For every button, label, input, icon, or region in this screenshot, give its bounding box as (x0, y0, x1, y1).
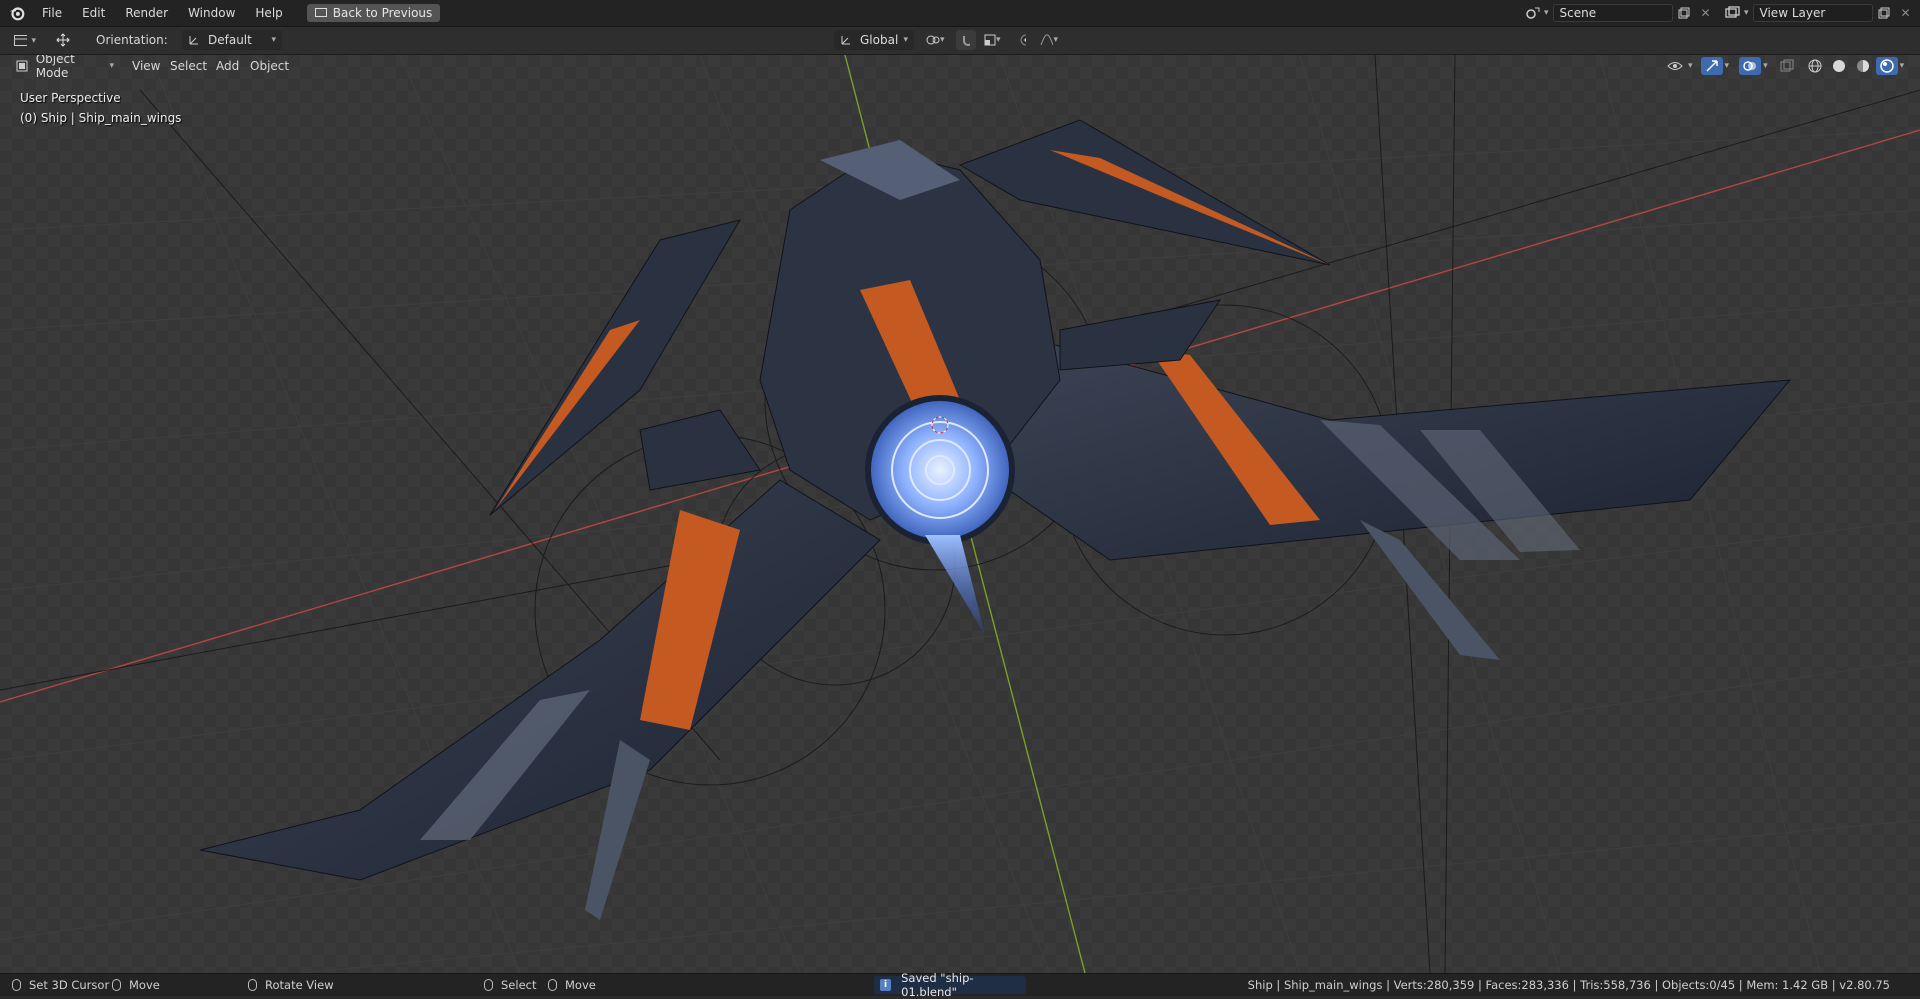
proportional-falloff-dropdown[interactable]: ▾ (1034, 30, 1064, 50)
wireframe-shading-icon[interactable] (1804, 57, 1826, 75)
info-icon: i (880, 979, 892, 991)
pivot-point-icon (926, 35, 940, 45)
chevron-down-icon: ▾ (1688, 61, 1693, 71)
menu-view[interactable]: View (132, 55, 160, 77)
object-mode-icon (16, 60, 28, 72)
chevron-down-icon: ▾ (1724, 61, 1730, 71)
editor-type-icon (14, 35, 28, 46)
chevron-down-icon: ▾ (1544, 8, 1549, 18)
pivot-point-dropdown[interactable]: ▾ (920, 30, 952, 50)
chevron-down-icon: ▾ (1744, 8, 1749, 18)
hint-set-3d-cursor: Set 3D Cursor (12, 974, 109, 996)
mouse-middle-icon (112, 979, 121, 991)
view-layer-browse-icon[interactable] (1722, 4, 1744, 22)
scene-browse-icon[interactable] (1522, 4, 1544, 22)
visibility-eye-icon[interactable] (1664, 57, 1686, 75)
chevron-down-icon: ▾ (903, 35, 908, 45)
mouse-right-icon (484, 979, 493, 991)
back-to-previous-button[interactable]: Back to Previous (306, 4, 441, 22)
snap-target-dropdown[interactable]: ▾ (978, 30, 1008, 50)
proportional-editing-toggle[interactable] (1014, 30, 1032, 50)
viewport-info: User Perspective (0) Ship | Ship_main_wi… (20, 88, 181, 128)
scene-name-field[interactable]: Scene (1552, 4, 1673, 22)
transform-orientation-icon (841, 36, 850, 45)
chevron-down-icon: ▾ (940, 35, 945, 45)
snap-increment-icon (984, 34, 996, 46)
back-to-previous-label: Back to Previous (332, 6, 433, 20)
saved-report[interactable]: i Saved "ship-01.blend" (874, 971, 1026, 999)
snap-toggle[interactable] (956, 30, 976, 50)
mouse-middle-icon (248, 979, 257, 991)
hint-move-2: Move (548, 974, 596, 996)
top-bar: File Edit Render Window Help Back to Pre… (0, 0, 1920, 27)
menu-help[interactable]: Help (245, 0, 292, 26)
chevron-down-icon: ▾ (109, 61, 114, 71)
overlays-toggle-icon[interactable] (1739, 57, 1762, 75)
blender-logo-icon[interactable] (8, 4, 26, 22)
proportional-editing-icon (1020, 34, 1026, 46)
falloff-curve-icon (1040, 34, 1054, 46)
tool-settings-header: ▾ Orientation: Default ▾ Global ▾ ▾ ▾ ▾ (0, 27, 1920, 55)
menu-object[interactable]: Object (250, 55, 289, 77)
solid-shading-icon[interactable] (1828, 57, 1850, 75)
gizmo-toggle-icon[interactable] (1700, 57, 1723, 75)
viewport-scene (0, 55, 1920, 973)
hint-label: Set 3D Cursor (29, 978, 110, 992)
view-layer-name-value: View Layer (1759, 6, 1826, 20)
chevron-down-icon: ▾ (1899, 61, 1905, 71)
chevron-down-icon: ▾ (31, 36, 36, 46)
hint-move: Move (112, 974, 160, 996)
material-preview-icon[interactable] (1852, 57, 1874, 75)
engine-thrust (925, 535, 985, 635)
hint-label: Move (565, 978, 596, 992)
scene-statistics: Ship | Ship_main_wings | Verts:280,359 |… (1247, 978, 1890, 992)
orientation-icon (189, 36, 198, 45)
transform-orientation-dropdown[interactable]: Global ▾ (834, 30, 914, 50)
menu-select[interactable]: Select (170, 55, 207, 77)
new-view-layer-icon[interactable] (1873, 4, 1895, 22)
engine-nozzle (865, 395, 1015, 545)
hint-select: Select (484, 974, 536, 996)
menu-window[interactable]: Window (178, 0, 245, 26)
hint-label: Move (129, 978, 160, 992)
status-bar: Set 3D Cursor Move Rotate View Select Mo… (0, 971, 1920, 999)
magnet-icon (963, 36, 970, 46)
3d-viewport[interactable]: User Perspective (0) Ship | Ship_main_wi… (0, 55, 1920, 973)
menu-file[interactable]: File (32, 0, 72, 26)
perspective-label: User Perspective (20, 91, 121, 105)
chevron-down-icon: ▾ (1053, 35, 1058, 45)
menu-add[interactable]: Add (216, 55, 239, 77)
mouse-drag-icon (548, 979, 557, 991)
menu-render[interactable]: Render (115, 0, 178, 26)
new-scene-icon[interactable] (1673, 4, 1695, 22)
active-object-label: (0) Ship | Ship_main_wings (20, 111, 182, 125)
scene-name-value: Scene (1559, 6, 1597, 20)
object-mode-value: Object Mode (35, 55, 75, 80)
hint-label: Select (501, 978, 537, 992)
object-mode-dropdown[interactable]: Object Mode ▾ (10, 55, 120, 80)
orientation-label: Orientation: (96, 33, 168, 47)
rendered-shading-icon[interactable] (1875, 57, 1898, 75)
orientation-value: Default (208, 33, 252, 47)
close-view-layer-icon[interactable]: ✕ (1895, 4, 1917, 22)
move-tool-button[interactable] (50, 30, 76, 50)
hint-label: Rotate View (265, 978, 334, 992)
menu-edit[interactable]: Edit (72, 0, 115, 26)
hint-rotate-view: Rotate View (248, 974, 334, 996)
viewport-header: Object Mode ▾ View Select Add Object ▾ ▾… (0, 55, 1920, 80)
transform-orientation-value: Global (860, 33, 899, 47)
screen-icon (314, 8, 327, 17)
chevron-down-icon: ▾ (1763, 61, 1768, 71)
xray-toggle-icon[interactable] (1776, 57, 1798, 75)
view-layer-name-field[interactable]: View Layer (1752, 4, 1873, 22)
orientation-dropdown[interactable]: Default ▾ (182, 30, 282, 50)
chevron-down-icon: ▾ (271, 35, 276, 45)
chevron-down-icon: ▾ (996, 35, 1001, 45)
mouse-left-icon (12, 979, 21, 991)
close-scene-icon[interactable]: ✕ (1695, 4, 1717, 22)
move-tool-icon (56, 33, 70, 47)
editor-type-dropdown[interactable]: ▾ (8, 31, 42, 51)
